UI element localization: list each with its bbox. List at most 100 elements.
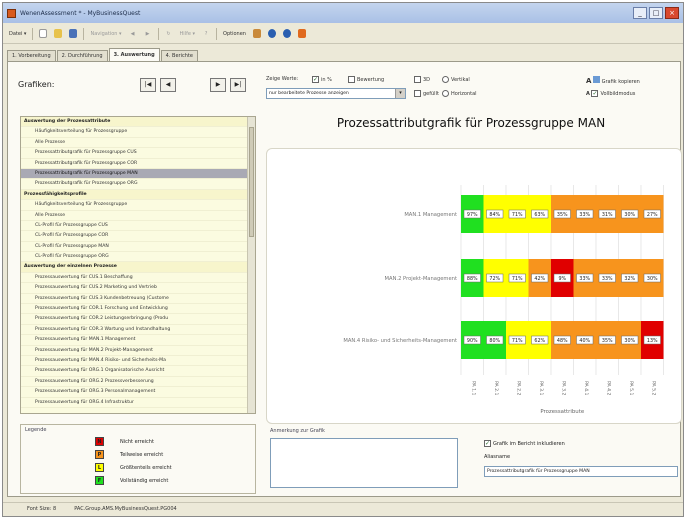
vollbildmodus-option[interactable]: A Vollbildmodus <box>586 90 635 97</box>
value-label: 30% <box>624 338 635 344</box>
bewertung-label: Bewertung <box>357 77 385 83</box>
grafik-kopieren-button[interactable]: A Grafik kopieren <box>586 76 640 85</box>
list-item[interactable]: Alle Prozesse <box>21 211 255 221</box>
new-file-icon[interactable] <box>37 27 49 41</box>
refresh-icon[interactable]: ↻ <box>163 27 175 41</box>
list-item[interactable]: Prozessauswertung für ORG.4 Infrastruktu… <box>21 398 255 408</box>
list-item[interactable]: Prozessauswertung für COR.1 Forschung un… <box>21 304 255 315</box>
list-item[interactable]: Prozessauswertung für COR.2 Leistungserb… <box>21 314 255 325</box>
horizontal-option[interactable]: Horizontal <box>442 90 477 97</box>
anmerkung-textarea[interactable] <box>270 438 458 488</box>
list-item[interactable]: Prozessauswertung für ORG.2 Prozessverbe… <box>21 377 255 388</box>
open-folder-icon[interactable] <box>52 27 64 41</box>
list-item[interactable]: Prozessauswertung für CUS.2 Marketing un… <box>21 283 255 294</box>
x-tick-label: PA 3.1 <box>538 381 544 395</box>
gefuellt-option[interactable]: gefüllt <box>414 90 439 97</box>
close-button[interactable]: × <box>665 7 679 19</box>
vollbildmodus-label: Vollbildmodus <box>600 91 636 97</box>
list-item[interactable]: Prozessauswertung für CUS.3 Kundenbetreu… <box>21 294 255 305</box>
value-label: 31% <box>602 212 613 218</box>
app-window: WenenAssessment * - MyBusinessQuest _ □ … <box>2 2 684 517</box>
list-item[interactable]: Prozessauswertung für ORG.3 Personalmana… <box>21 387 255 398</box>
list-item[interactable]: Häufigkeitsverteilung für Prozessgruppe <box>21 127 255 138</box>
bewertung-checkbox[interactable] <box>348 76 355 83</box>
tab-durchfuehrung[interactable]: 2. Durchführung <box>56 50 108 61</box>
value-label: 9% <box>558 276 566 282</box>
x-tick-label: PA 4.1 <box>583 381 589 395</box>
3d-option[interactable]: 3D <box>414 76 430 83</box>
list-item[interactable]: Prozessauswertung für COR.3 Wartung und … <box>21 325 255 336</box>
list-item[interactable]: Prozessauswertung für MAN.1 Management <box>21 335 255 346</box>
help-icon[interactable]: ? <box>200 27 212 41</box>
graphics-list[interactable]: Auswertung der Prozessattribute Häufigkei… <box>20 116 256 414</box>
status-bar: Font Size: 8 PAC.Group.AMS.MyBusinessQue… <box>3 502 683 516</box>
list-item[interactable]: Prozessauswertung für CUS.1 Beschaffung <box>21 273 255 284</box>
vertikal-radio[interactable] <box>442 76 449 83</box>
chevron-down-icon[interactable]: ▾ <box>395 89 405 98</box>
value-label: 33% <box>602 276 613 282</box>
list-item[interactable]: Prozessattributgrafik für Prozessgruppe … <box>21 159 255 169</box>
list-item[interactable]: CL-Profil für Prozessgruppe CUS <box>21 221 255 232</box>
datei-menu[interactable]: Datei ▾ <box>7 27 28 41</box>
list-item[interactable]: Prozessattributgrafik für Prozessgruppe … <box>21 179 255 190</box>
list-item[interactable]: CL-Profil für Prozessgruppe COR <box>21 231 255 242</box>
legend-swatch: F <box>95 476 104 485</box>
value-label: 30% <box>647 276 658 282</box>
value-label: 35% <box>557 212 568 218</box>
list-item[interactable]: Prozessauswertung für ORG.1 Organisatori… <box>21 366 255 377</box>
in-prozent-checkbox[interactable] <box>312 76 319 83</box>
value-label: 88% <box>467 276 478 282</box>
list-item[interactable]: Häufigkeitsverteilung für Prozessgruppe <box>21 200 255 211</box>
next-button[interactable]: ▶ <box>210 78 226 92</box>
last-button[interactable]: ▶| <box>230 78 246 92</box>
tools-icon[interactable] <box>251 27 263 41</box>
value-label: 71% <box>512 338 523 344</box>
list-item[interactable]: Prozessauswertung für MAN.2 Projekt-Mana… <box>21 346 255 356</box>
prev-button[interactable]: ◀ <box>160 78 176 92</box>
list-item[interactable]: Alle Prozesse <box>21 138 255 149</box>
maximize-button[interactable]: □ <box>649 7 663 19</box>
minimize-button[interactable]: _ <box>633 7 647 19</box>
hilfe-menu[interactable]: Hilfe ▾ <box>178 27 197 41</box>
value-label: 42% <box>534 276 545 282</box>
bewertung-option[interactable]: Bewertung <box>348 76 384 83</box>
list-item[interactable]: Prozessattributgrafik für Prozessgruppe … <box>21 148 255 159</box>
list-group-header[interactable]: Auswertung der Prozessattribute <box>21 117 255 128</box>
value-label: 27% <box>647 212 658 218</box>
horizontal-radio[interactable] <box>442 90 449 97</box>
im-bericht-option[interactable]: Grafik im Bericht inkludieren <box>484 440 565 447</box>
scrollbar-thumb[interactable] <box>249 127 254 237</box>
im-bericht-checkbox[interactable] <box>484 440 491 447</box>
x-tick-label: PA 5.1 <box>628 381 634 395</box>
list-item[interactable]: CL-Profil für Prozessgruppe MAN <box>21 242 255 253</box>
navigation-menu[interactable]: Navigation ▾ <box>88 27 123 41</box>
list-scrollbar[interactable] <box>247 117 255 413</box>
zeige-werte-label: Zeige Werte: <box>266 76 299 82</box>
forward-arrow-icon[interactable]: ▶ <box>142 27 154 41</box>
tab-berichte[interactable]: 4. Berichte <box>160 50 198 61</box>
list-item[interactable]: Prozessattributgrafik für Prozessgruppe … <box>21 168 255 180</box>
vollbildmodus-checkbox[interactable] <box>591 90 599 97</box>
export-icon[interactable] <box>296 27 308 41</box>
tab-vorbereitung[interactable]: 1. Vorbereitung <box>7 50 56 61</box>
list-item[interactable]: CL-Profil für Prozessgruppe ORG <box>21 252 255 263</box>
legend-title: Legende <box>25 427 47 433</box>
value-label: 71% <box>512 276 523 282</box>
back-arrow-icon[interactable]: ◀ <box>127 27 139 41</box>
save-icon[interactable] <box>67 27 79 41</box>
info-icon[interactable] <box>266 27 278 41</box>
gefuellt-checkbox[interactable] <box>414 90 421 97</box>
in-prozent-option[interactable]: in % <box>312 76 332 83</box>
optionen-menu[interactable]: Optionen <box>221 27 248 41</box>
help-circle-icon[interactable] <box>281 27 293 41</box>
3d-checkbox[interactable] <box>414 76 421 83</box>
process-filter-select[interactable]: nur bearbeitete Prozesse anzeigen ▾ <box>266 88 406 99</box>
value-label: 33% <box>579 276 590 282</box>
vertikal-option[interactable]: Vertikal <box>442 76 470 83</box>
list-group-header[interactable]: Prozessfähigkeitsprofile <box>21 189 255 201</box>
list-group-header[interactable]: Auswertung der einzelnen Prozesse <box>21 262 255 273</box>
aliasname-input[interactable]: Prozessattributgrafik für Prozessgruppe … <box>484 466 678 477</box>
list-item[interactable]: Prozessauswertung für MAN.4 Risiko- und … <box>21 356 255 367</box>
tab-auswertung[interactable]: 3. Auswertung <box>108 48 160 61</box>
first-button[interactable]: |◀ <box>140 78 156 92</box>
